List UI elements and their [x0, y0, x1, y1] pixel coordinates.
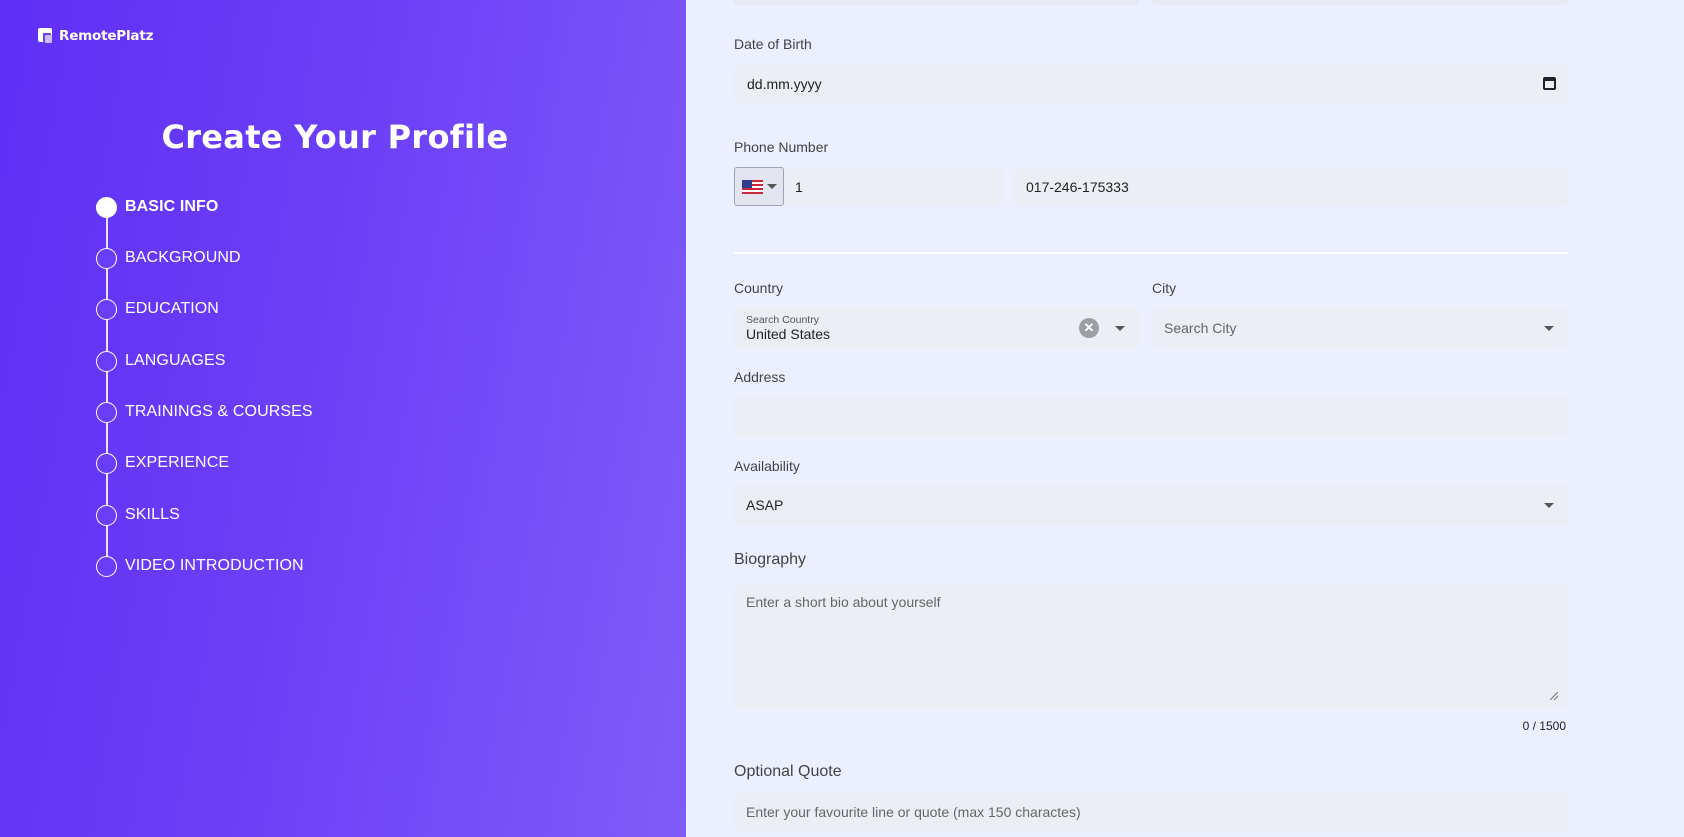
step-label: TRAININGS & COURSES — [125, 403, 313, 420]
country-value: United States — [746, 326, 831, 342]
step-label: SKILLS — [125, 506, 180, 523]
step-indicator-icon — [96, 247, 117, 269]
step-trainings-courses[interactable]: TRAININGS & COURSES — [96, 401, 313, 423]
address-input[interactable] — [734, 397, 1568, 436]
form-panel: Date of Birth dd.mm.yyyy Phone Number 1 … — [686, 0, 1684, 837]
city-label: City — [1152, 280, 1177, 296]
biography-textarea[interactable]: Enter a short bio about yourself — [734, 584, 1568, 708]
brand-name: RemotePlatz — [59, 28, 154, 44]
country-floating-label: Search Country — [746, 314, 819, 326]
availability-label: Availability — [734, 458, 800, 474]
phone-code-value: 1 — [795, 178, 803, 195]
step-label: LANGUAGES — [125, 352, 226, 369]
chevron-down-icon[interactable] — [1115, 326, 1125, 331]
quote-label: Optional Quote — [734, 763, 842, 780]
quote-input[interactable]: Enter your favourite line or quote (max … — [734, 792, 1568, 832]
step-indicator-icon — [96, 298, 117, 320]
chevron-down-icon[interactable] — [1544, 326, 1554, 331]
phone-code-input[interactable]: 1 — [785, 167, 1003, 206]
field-above-left[interactable] — [734, 0, 1139, 5]
country-code-selector[interactable] — [734, 167, 784, 206]
biography-placeholder: Enter a short bio about yourself — [746, 594, 941, 610]
step-label: EDUCATION — [125, 300, 219, 317]
step-languages[interactable]: LANGUAGES — [96, 350, 226, 372]
quote-placeholder: Enter your favourite line or quote (max … — [746, 804, 1081, 820]
biography-char-counter: 0 / 1500 — [1522, 719, 1566, 733]
phone-number-input[interactable]: 017-246-175333 — [1014, 167, 1568, 206]
availability-value: ASAP — [746, 497, 784, 513]
chevron-down-icon[interactable] — [1544, 503, 1554, 508]
clear-icon[interactable]: ✕ — [1079, 318, 1099, 338]
phone-label: Phone Number — [734, 139, 829, 155]
logo-icon — [38, 28, 54, 44]
step-background[interactable]: BACKGROUND — [96, 247, 241, 269]
city-placeholder: Search City — [1164, 320, 1237, 336]
step-indicator-icon — [96, 504, 117, 526]
availability-select[interactable]: ASAP — [734, 485, 1568, 525]
left-panel: RemotePlatz Create Your Profile BASIC IN… — [0, 0, 686, 837]
step-video-introduction[interactable]: VIDEO INTRODUCTION — [96, 555, 304, 577]
biography-label: Biography — [734, 551, 807, 568]
step-basic-info[interactable]: BASIC INFO — [96, 196, 218, 218]
dob-label: Date of Birth — [734, 36, 812, 52]
step-indicator-icon — [96, 350, 117, 372]
calendar-icon[interactable] — [1543, 77, 1556, 90]
step-label: BACKGROUND — [125, 249, 241, 266]
step-indicator-icon — [96, 555, 117, 577]
step-education[interactable]: EDUCATION — [96, 298, 219, 320]
chevron-down-icon — [766, 184, 777, 189]
step-indicator-icon — [96, 401, 117, 423]
brand-logo[interactable]: RemotePlatz — [38, 28, 153, 44]
step-label: EXPERIENCE — [125, 454, 230, 471]
address-label: Address — [734, 369, 786, 385]
step-skills[interactable]: SKILLS — [96, 504, 180, 526]
step-indicator-icon — [96, 196, 117, 218]
step-label: BASIC INFO — [125, 198, 219, 215]
us-flag-icon — [741, 179, 763, 194]
step-experience[interactable]: EXPERIENCE — [96, 452, 229, 474]
country-select[interactable]: Search Country United States ✕ — [734, 308, 1139, 348]
page-title: Create Your Profile — [161, 118, 509, 156]
step-label: VIDEO INTRODUCTION — [125, 557, 304, 574]
resize-handle-icon[interactable] — [1550, 692, 1558, 700]
section-divider — [734, 252, 1568, 254]
phone-number-value: 017-246-175333 — [1026, 178, 1129, 195]
country-label: Country — [734, 280, 784, 296]
step-indicator-icon — [96, 452, 117, 474]
dob-value: dd.mm.yyyy — [747, 76, 822, 92]
field-above-right[interactable] — [1152, 0, 1568, 5]
city-select[interactable]: Search City — [1152, 308, 1568, 348]
dob-input[interactable]: dd.mm.yyyy — [734, 64, 1568, 104]
